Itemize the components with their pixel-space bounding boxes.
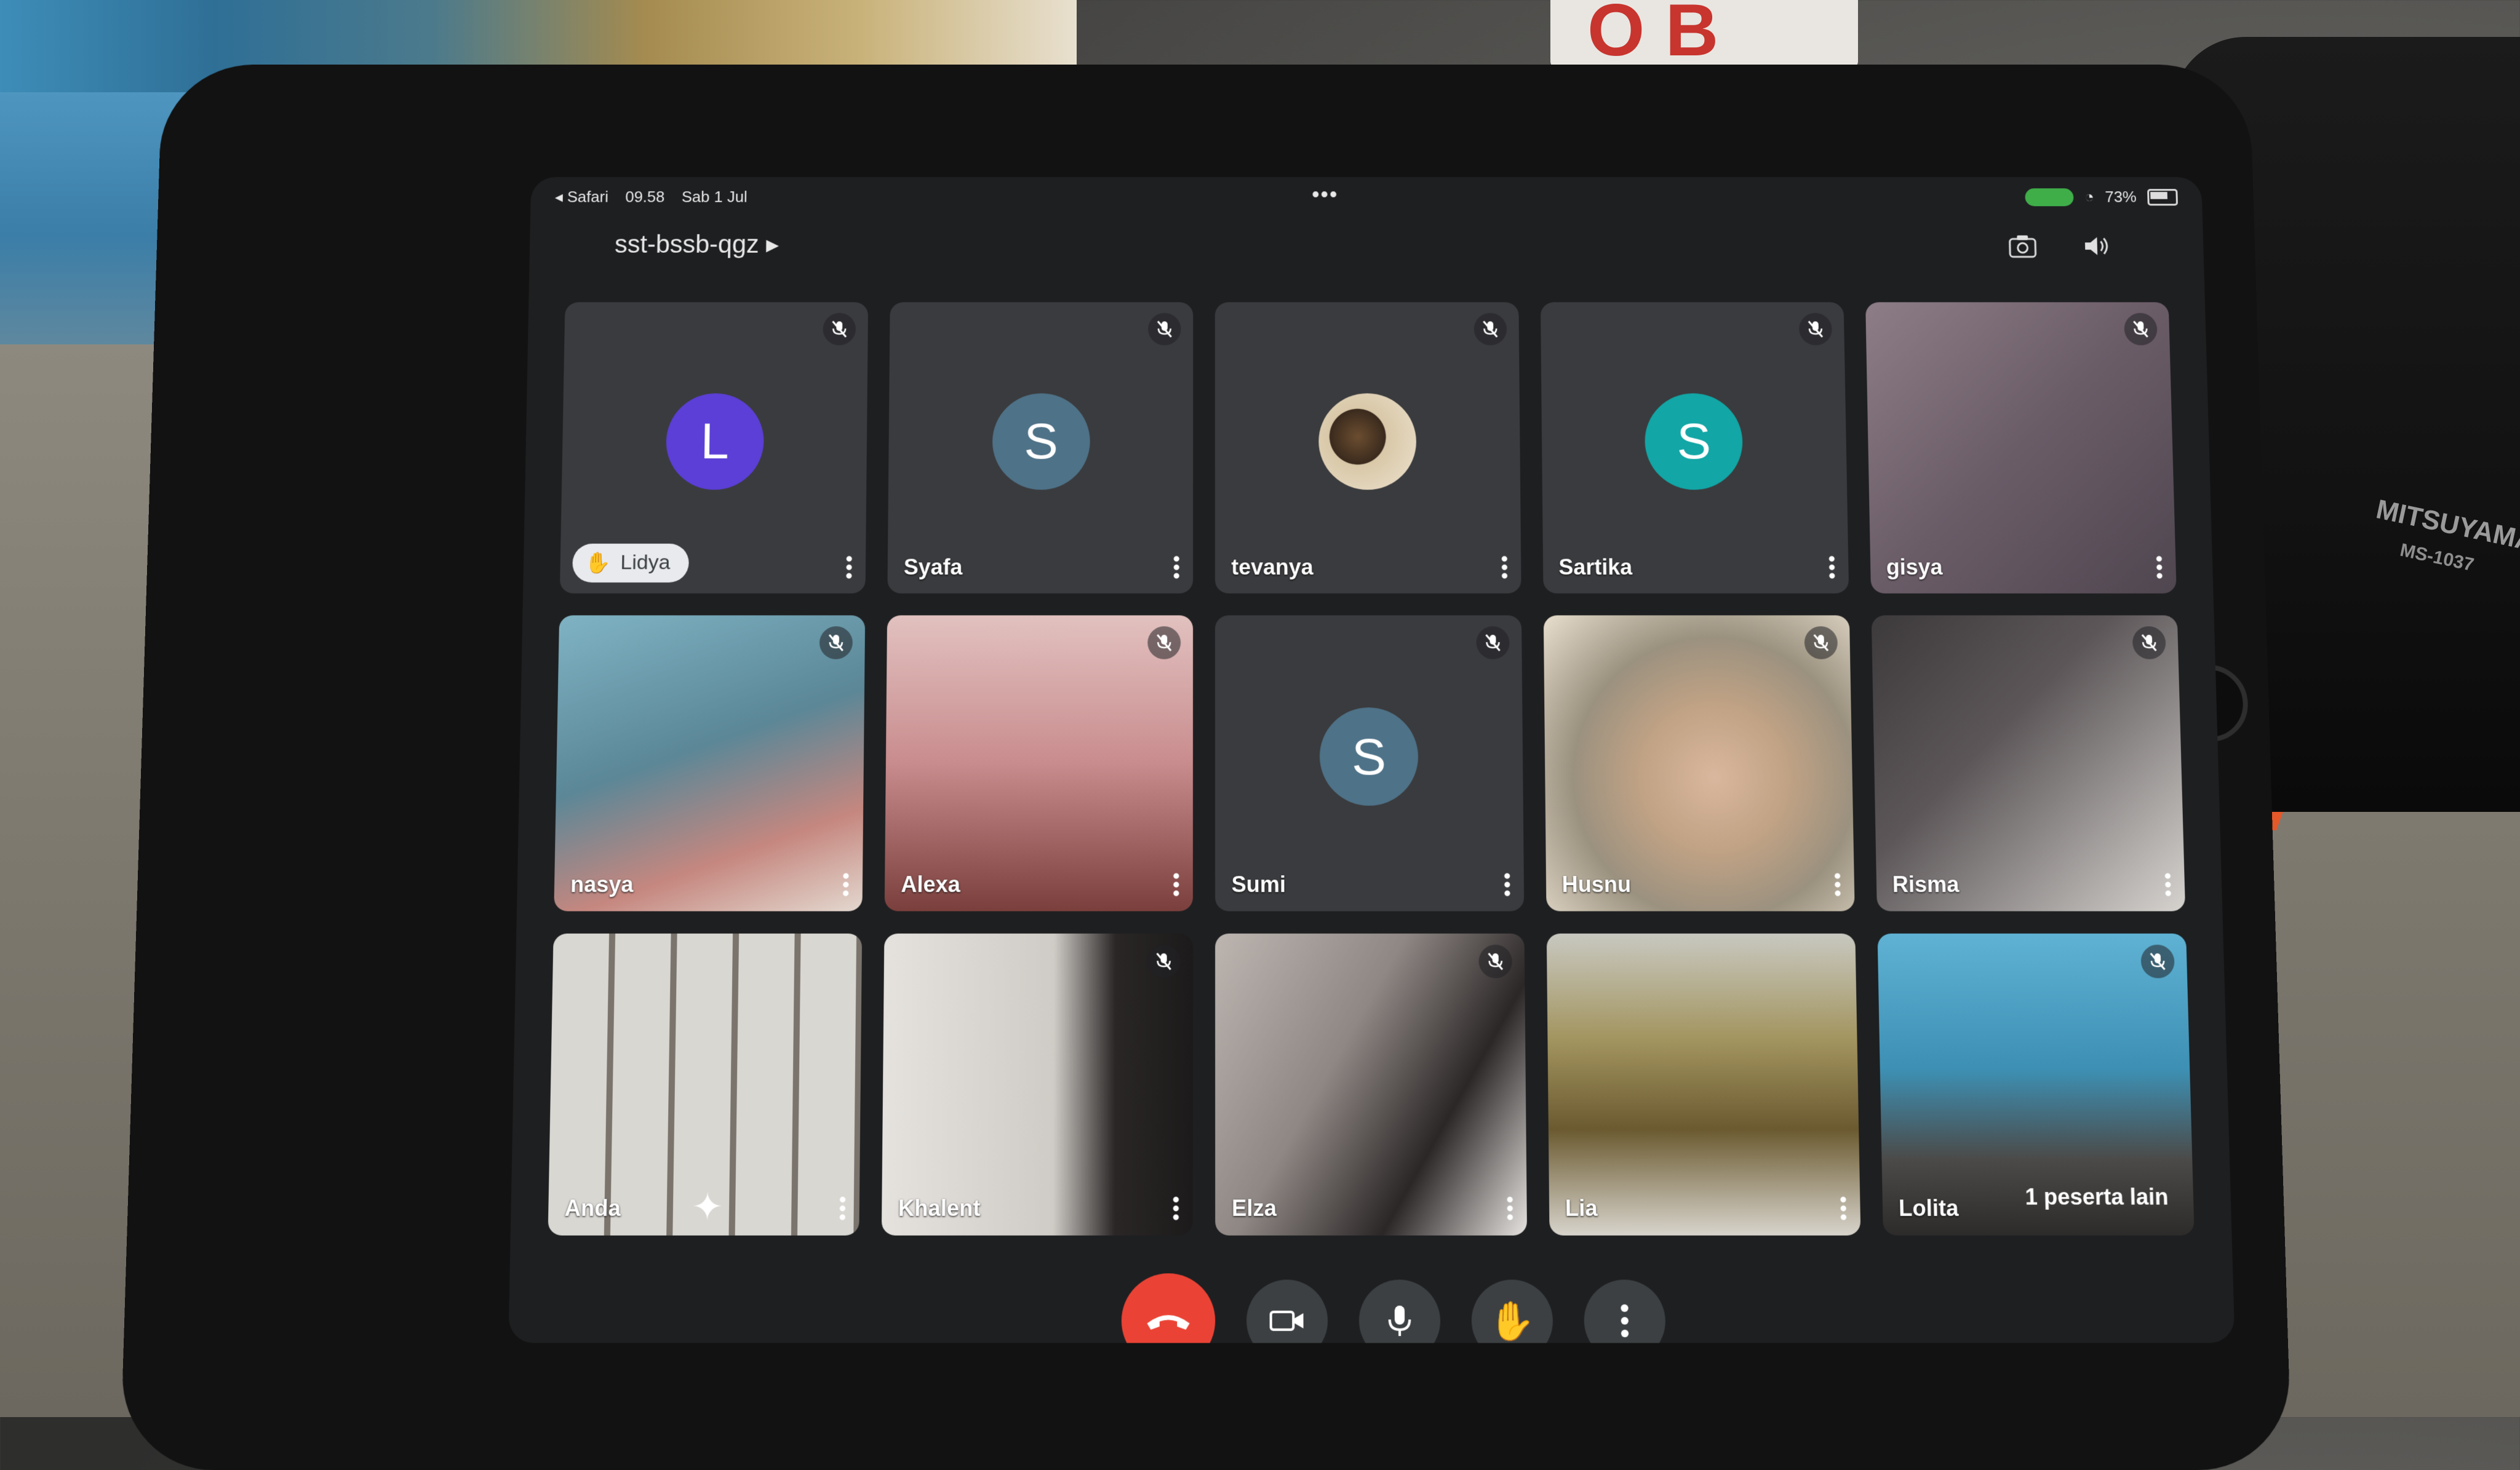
effects-sparkle-icon[interactable]: ✦ (692, 1185, 724, 1230)
tile-more-icon[interactable] (1834, 872, 1841, 898)
participant-tile[interactable]: Lia (1546, 934, 1860, 1236)
mic-off-icon (819, 626, 853, 659)
status-date: Sab 1 Jul (682, 188, 748, 206)
camera-in-use-icon (2025, 188, 2073, 206)
mic-off-icon (1148, 626, 1181, 659)
meeting-header: sst-bssb-qgz ▸ (529, 219, 2204, 279)
raised-hand-badge: ✋ Lidya (572, 544, 689, 582)
video-camera-icon (1269, 1308, 1306, 1333)
call-controls: ✋ (1122, 1273, 1666, 1343)
tile-more-icon[interactable] (2164, 872, 2171, 898)
participant-tile[interactable]: gisya (1865, 302, 2177, 593)
mic-off-icon (2140, 945, 2175, 979)
mic-off-icon (1478, 945, 1512, 979)
wifi-icon: ◔ (2084, 188, 2094, 206)
raise-hand-button[interactable]: ✋ (1471, 1280, 1553, 1343)
participant-tile[interactable]: Alexa (885, 615, 1194, 912)
tile-more-icon[interactable] (1173, 872, 1179, 898)
avatar: S (1320, 708, 1419, 806)
tile-more-icon[interactable] (843, 872, 849, 898)
tile-more-icon[interactable] (846, 554, 852, 579)
participant-name: Syafa (904, 554, 963, 579)
battery-icon (2147, 189, 2178, 205)
participant-tile[interactable]: nasya (554, 615, 865, 912)
tile-more-icon[interactable] (1507, 1195, 1513, 1222)
participant-name: Khalent (898, 1195, 981, 1222)
more-options-button[interactable] (1584, 1280, 1666, 1343)
participant-tile[interactable]: Husnu (1543, 615, 1854, 912)
mic-off-icon (1804, 626, 1838, 659)
participant-name: tevanya (1231, 554, 1313, 579)
participant-name: Anda (564, 1195, 621, 1222)
end-call-button[interactable] (1122, 1273, 1216, 1343)
tile-more-icon[interactable] (1501, 554, 1507, 579)
tile-more-icon[interactable] (1504, 872, 1510, 898)
mic-off-icon (1476, 626, 1509, 659)
switch-camera-icon[interactable] (2006, 231, 2038, 261)
tablet-device: ◂ Safari 09.58 Sab 1 Jul ••• ◔ 73% sst-b… (120, 65, 2292, 1470)
participant-tile[interactable]: Khalent (882, 934, 1193, 1236)
participant-name: Elza (1232, 1195, 1277, 1222)
participant-name: Lidya (620, 551, 670, 574)
mic-off-icon (1799, 313, 1832, 346)
avatar: S (1645, 393, 1744, 490)
end-call-icon (1143, 1308, 1193, 1333)
participant-name: Risma (1892, 872, 1960, 898)
participant-tile[interactable]: S Sartika (1541, 302, 1849, 593)
camera-button[interactable] (1246, 1280, 1328, 1343)
tile-more-icon[interactable] (1840, 1195, 1847, 1222)
participant-name: Sartika (1558, 554, 1632, 579)
meeting-code[interactable]: sst-bssb-qgz ▸ (615, 229, 780, 258)
raise-hand-icon: ✋ (584, 550, 611, 574)
multitask-dots-icon[interactable]: ••• (1312, 182, 1338, 207)
avatar-photo (1318, 393, 1416, 490)
mic-off-icon (2124, 313, 2158, 346)
tile-more-icon[interactable] (1828, 554, 1835, 579)
background-paper: O B (1550, 0, 1858, 68)
participant-tile[interactable]: S Sumi (1215, 615, 1524, 912)
participant-tile[interactable]: tevanya (1215, 302, 1521, 593)
mic-off-icon (2132, 626, 2166, 659)
battery-percent: 73% (2105, 188, 2137, 206)
tile-more-icon[interactable] (1174, 554, 1180, 579)
microphone-icon (1386, 1303, 1413, 1339)
status-bar: ◂ Safari 09.58 Sab 1 Jul ••• ◔ 73% (543, 188, 2190, 212)
participant-tile[interactable]: Lolita 1 peserta lain (1877, 934, 2194, 1236)
status-time: 09.58 (625, 188, 665, 206)
participant-tile[interactable]: S Syafa (888, 302, 1194, 593)
mic-off-icon (1148, 313, 1181, 346)
participant-name: Husnu (1562, 872, 1632, 898)
tile-more-icon[interactable] (1173, 1195, 1179, 1222)
participant-name: Lolita (1899, 1195, 1959, 1222)
more-options-icon (1619, 1303, 1630, 1339)
mic-off-icon (1147, 945, 1181, 979)
participant-name: gisya (1886, 554, 1943, 579)
tablet-screen: ◂ Safari 09.58 Sab 1 Jul ••• ◔ 73% sst-b… (508, 177, 2235, 1343)
participant-name: Alexa (901, 872, 960, 898)
participant-name: Sumi (1232, 872, 1286, 898)
participant-name: Lia (1565, 1195, 1598, 1222)
paper-letters: O B (1587, 0, 1718, 73)
participant-tile[interactable]: L ✋ Lidya (560, 302, 869, 593)
mic-off-icon (823, 313, 856, 346)
participant-tile[interactable]: Anda ✦ (548, 934, 863, 1236)
speaker-icon[interactable] (2081, 231, 2113, 261)
avatar: L (665, 393, 764, 490)
participant-name: nasya (570, 872, 634, 898)
tile-more-icon[interactable] (2156, 554, 2163, 579)
participant-tile[interactable]: Risma (1872, 615, 2186, 912)
raise-hand-icon: ✋ (1489, 1298, 1536, 1343)
mic-button[interactable] (1359, 1280, 1441, 1343)
back-to-app[interactable]: ◂ Safari (555, 188, 608, 206)
tile-more-icon[interactable] (839, 1195, 846, 1222)
other-participants-label[interactable]: 1 peserta lain (2025, 1184, 2169, 1210)
avatar: S (992, 393, 1090, 490)
participant-tile[interactable]: Elza (1215, 934, 1526, 1236)
participant-grid: L ✋ Lidya S Syafa tevanya (548, 302, 2195, 1235)
mic-off-icon (1473, 313, 1507, 346)
